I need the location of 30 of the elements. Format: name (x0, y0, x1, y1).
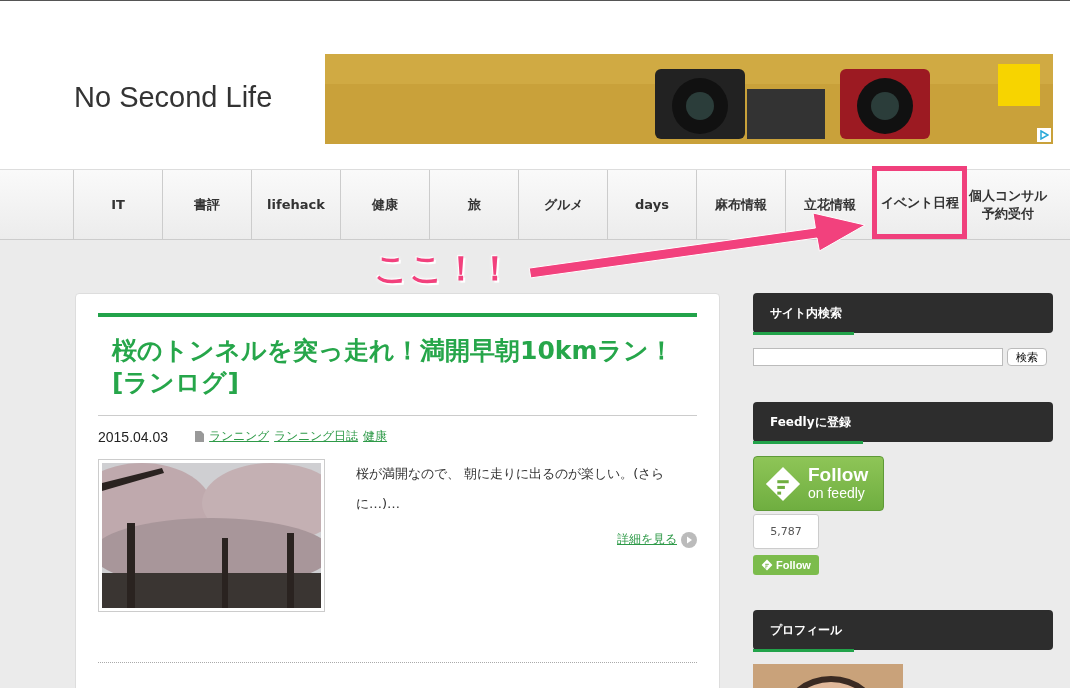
nav-item[interactable]: 書評 (194, 195, 220, 214)
ad-choices-icon[interactable] (1037, 128, 1051, 142)
nav-item[interactable]: イベント日程 (872, 166, 967, 239)
play-icon (681, 531, 697, 548)
feedly-icon (764, 464, 802, 503)
nav-item[interactable]: 個人コンサル予約受付 (964, 186, 1052, 223)
nav-item[interactable]: IT (111, 195, 125, 214)
document-icon (195, 431, 205, 442)
nav-item[interactable]: lifehack (267, 195, 325, 214)
follower-count: 5,787 (753, 514, 819, 549)
nav-item[interactable]: 麻布情報 (715, 195, 767, 214)
post-excerpt: 桜が満開なので、 朝に走りに出るのが楽しい。(さらに…)… (356, 465, 666, 513)
annotation-text: ここ！！ (374, 247, 512, 290)
nav-item[interactable]: 健康 (372, 195, 398, 214)
search-field[interactable] (753, 348, 1003, 366)
category-link[interactable]: 健康 (363, 428, 388, 445)
widget-title: サイト内検索 (753, 293, 854, 335)
post-date: 2015.04.03 (98, 428, 169, 445)
nav-item[interactable]: 立花情報 (804, 195, 856, 214)
site-title[interactable]: No Second Life (0, 81, 325, 114)
read-more-link[interactable]: 詳細を見る (617, 531, 697, 548)
category-link[interactable]: ランニング (209, 428, 270, 445)
category-link[interactable]: ランニング日誌 (274, 428, 359, 445)
widget-title: プロフィール (753, 610, 854, 652)
nav-item[interactable]: 旅 (467, 195, 481, 214)
nav-item[interactable]: グルメ (543, 195, 583, 214)
nav-item[interactable]: days (635, 195, 669, 214)
widget-title: Feedlyに登録 (753, 402, 863, 444)
feedly-icon (761, 559, 774, 571)
search-button[interactable]: 検索 (1007, 348, 1047, 366)
